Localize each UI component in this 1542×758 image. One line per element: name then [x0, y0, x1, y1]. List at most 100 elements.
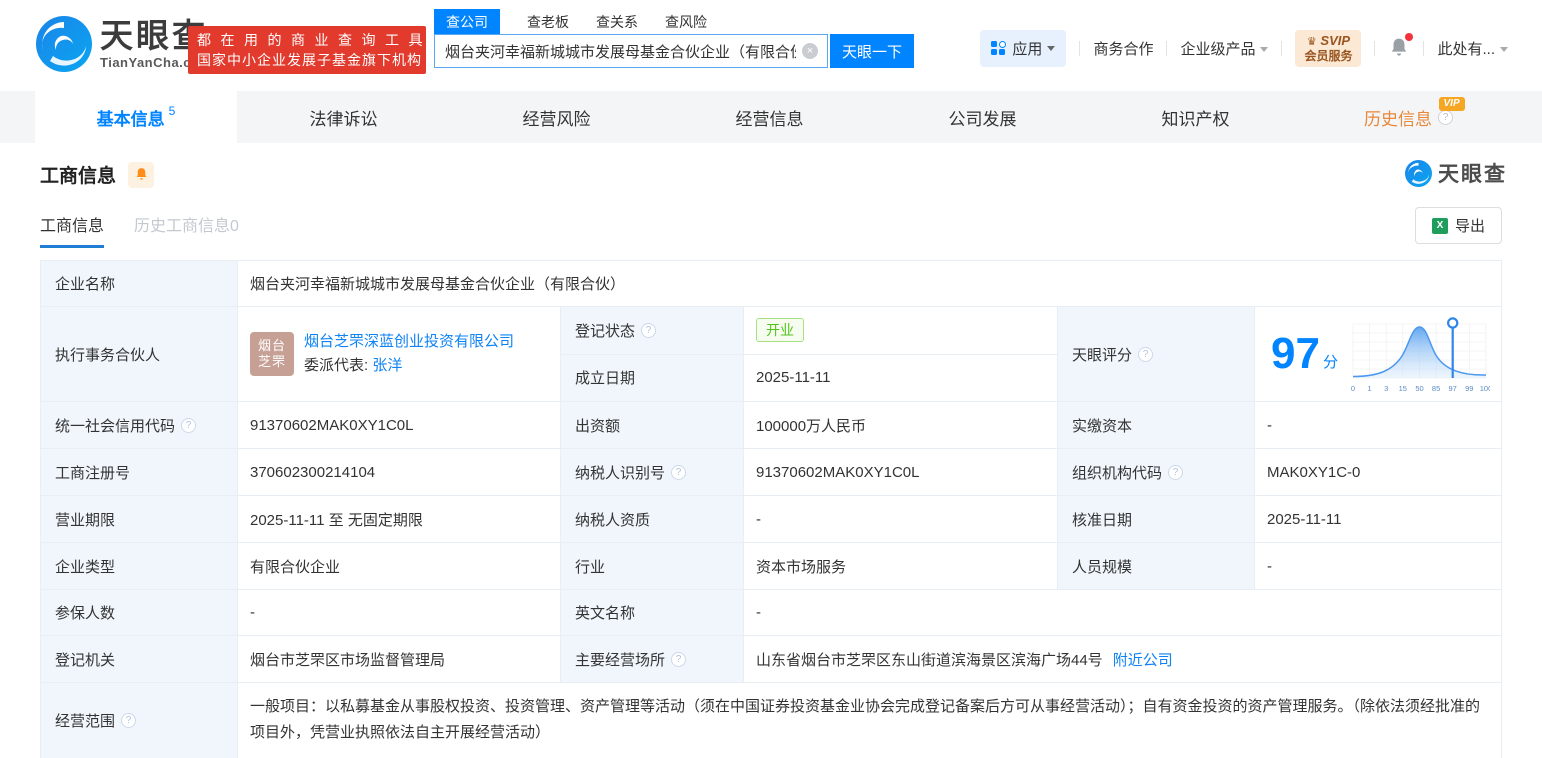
clear-search-icon[interactable]: × — [802, 43, 818, 59]
tab-legal-lawsuits[interactable]: 法律诉讼 — [237, 91, 450, 143]
reg-status-value: 开业 — [744, 307, 1058, 354]
partner-value: 烟台 芝罘 烟台芝罘深蓝创业投资有限公司 委派代表: 张洋 — [238, 307, 561, 401]
search-tabs: 查公司 查老板 查关系 查风险 — [434, 8, 914, 35]
help-icon[interactable]: ? — [121, 713, 137, 728]
table-row: 统一社会信用代码? 91370602MAK0XY1C0L 出资额 100000万… — [41, 402, 1501, 449]
business-term-value: 2025-11-11 至 无固定期限 — [238, 496, 561, 542]
nav-divider — [1423, 40, 1425, 56]
status-badge: 开业 — [756, 318, 804, 343]
help-icon[interactable]: ? — [1138, 346, 1154, 362]
apps-grid-icon — [991, 40, 1007, 56]
subscribe-bell-button[interactable] — [128, 161, 155, 188]
svg-text:3: 3 — [1384, 384, 1388, 393]
slogan-banner: 都在用的商业查询工具 国家中小企业发展子基金旗下机构 — [188, 26, 426, 74]
search-tab-company[interactable]: 查公司 — [434, 8, 500, 35]
table-row: 营业期限 2025-11-11 至 无固定期限 纳税人资质 - 核准日期 202… — [41, 496, 1501, 543]
help-icon[interactable]: ? — [181, 417, 197, 433]
staff-size-value: - — [1267, 557, 1272, 575]
svip-member-button[interactable]: ♛ SVIP 会员服务 — [1295, 29, 1362, 67]
tianyancha-logo-icon — [1405, 159, 1432, 187]
subtab-history-business-info[interactable]: 历史工商信息0 — [134, 212, 239, 248]
user-name: 此处有... — [1437, 40, 1495, 58]
approval-date-label: 核准日期 — [1058, 496, 1255, 542]
registry-authority-value: 烟台市芝罘区市场监督管理局 — [238, 636, 561, 682]
taxpayer-id-label: 纳税人识别号? — [561, 449, 744, 495]
help-icon[interactable]: ? — [641, 322, 657, 338]
business-term-label: 营业期限 — [41, 496, 238, 542]
rep-name-link[interactable]: 张洋 — [372, 357, 402, 374]
tab-company-development[interactable]: 公司发展 — [876, 91, 1089, 143]
nav-divider — [1079, 40, 1081, 56]
search-block: 查公司 查老板 查关系 查风险 × 天眼一下 — [434, 8, 914, 68]
help-icon[interactable]: ? — [671, 464, 687, 480]
org-code-value: MAK0XY1C-0 — [1267, 463, 1361, 481]
partner-company-link[interactable]: 烟台芝罘深蓝创业投资有限公司 — [304, 333, 514, 350]
contribution-label: 出资额 — [561, 402, 744, 448]
status-subgrid: 登记状态 ? 开业 成立日期 2025-11-11 — [561, 307, 1058, 401]
reg-number-value: 370602300214104 — [238, 449, 561, 495]
tianyancha-logo-icon — [36, 16, 92, 72]
bell-icon — [136, 168, 146, 180]
premises-value: 山东省烟台市芝罘区东山街道滨海景区滨海广场44号 附近公司 — [744, 636, 1501, 682]
company-name-label: 企业名称 — [41, 261, 238, 306]
tab-operating-info[interactable]: 经营信息 — [663, 91, 876, 143]
search-input[interactable] — [435, 42, 802, 60]
subtab-business-info[interactable]: 工商信息 — [40, 212, 105, 248]
tab-operating-risk[interactable]: 经营风险 — [450, 91, 663, 143]
table-row: 企业类型 有限合伙企业 行业 资本市场服务 人员规模 - — [41, 543, 1501, 590]
table-row: 工商注册号 370602300214104 纳税人识别号? 91370602MA… — [41, 449, 1501, 496]
svg-text:50: 50 — [1415, 384, 1423, 393]
notifications-button[interactable] — [1388, 33, 1414, 59]
nav-divider — [1374, 40, 1376, 56]
chevron-down-icon — [1047, 45, 1056, 51]
svg-text:15: 15 — [1399, 384, 1407, 393]
insured-count-value: - — [238, 590, 561, 635]
partner-avatar[interactable]: 烟台 芝罘 — [250, 332, 294, 376]
reg-status-label: 登记状态 ? — [561, 307, 744, 354]
search-tab-relation[interactable]: 查关系 — [596, 9, 638, 35]
apps-menu-button[interactable]: 应用 — [980, 29, 1067, 67]
vip-badge: VIP — [1438, 97, 1465, 111]
search-tab-boss[interactable]: 查老板 — [527, 9, 569, 35]
company-type-label: 企业类型 — [41, 543, 238, 589]
slogan-line2: 国家中小企业发展子基金旗下机构 — [197, 52, 422, 68]
industry-label: 行业 — [561, 543, 744, 589]
table-row-registry: 登记机关 烟台市芝罘区市场监督管理局 主要经营场所? 山东省烟台市芝罘区东山街道… — [41, 636, 1501, 683]
business-info-table: 企业名称 烟台夹河幸福新城城市发展母基金合伙企业（有限合伙） 执行事务合伙人 烟… — [40, 260, 1502, 758]
premises-label: 主要经营场所? — [561, 636, 744, 682]
business-cooperation-link[interactable]: 商务合作 — [1093, 38, 1153, 59]
table-row-scope: 经营范围? 一般项目：以私募基金从事股权投资、投资管理、资产管理等活动（须在中国… — [41, 683, 1501, 758]
rep-label: 委派代表: — [304, 357, 369, 374]
english-name-label: 英文名称 — [561, 590, 744, 635]
enterprise-products-menu[interactable]: 企业级产品 — [1180, 38, 1269, 59]
paid-capital-label: 实缴资本 — [1058, 402, 1255, 448]
search-tab-risk[interactable]: 查风险 — [665, 9, 707, 35]
score-axis-ticks: 0 1 3 15 50 85 97 99 100 — [1351, 384, 1490, 393]
subtab-row: 工商信息 历史工商信息0 — [40, 212, 269, 248]
tab-intellectual-property[interactable]: 知识产权 — [1089, 91, 1302, 143]
watermark-text: 天眼查 — [1438, 163, 1507, 186]
taxpayer-qualification-value: - — [744, 496, 1058, 542]
tianyancha-watermark: 天眼查 — [1405, 158, 1507, 188]
export-button[interactable]: X 导出 — [1415, 207, 1502, 244]
tianyancha-logo[interactable]: 天眼查 TianYanCha.com — [36, 16, 212, 72]
tab-history-info[interactable]: 历史信息 ? VIP — [1302, 91, 1515, 143]
score-unit: 分 — [1322, 353, 1338, 371]
org-code-label: 组织机构代码? — [1058, 449, 1255, 495]
table-row-company-name: 企业名称 烟台夹河幸福新城城市发展母基金合伙企业（有限合伙） — [41, 261, 1501, 307]
credit-code-value: 91370602MAK0XY1C0L — [238, 402, 561, 448]
nearby-companies-link[interactable]: 附近公司 — [1113, 649, 1173, 670]
help-icon[interactable]: ? — [1168, 464, 1184, 480]
slogan-line1: 都在用的商业查询工具 — [197, 32, 432, 48]
help-icon[interactable]: ? — [671, 651, 687, 667]
user-menu[interactable]: 此处有... — [1437, 38, 1508, 59]
search-button[interactable]: 天眼一下 — [830, 34, 914, 68]
help-icon[interactable]: ? — [1438, 109, 1453, 125]
nav-divider — [1281, 40, 1283, 56]
company-tab-bar: 基本信息 5 法律诉讼 经营风险 经营信息 公司发展 知识产权 历史信息 ? V… — [0, 91, 1542, 143]
tab-basic-info[interactable]: 基本信息 5 — [35, 91, 237, 143]
paid-capital-value: - — [1267, 416, 1272, 434]
table-row-insured: 参保人数 - 英文名称 - — [41, 590, 1501, 636]
partner-label: 执行事务合伙人 — [41, 307, 238, 401]
section-title: 工商信息 — [40, 166, 117, 187]
